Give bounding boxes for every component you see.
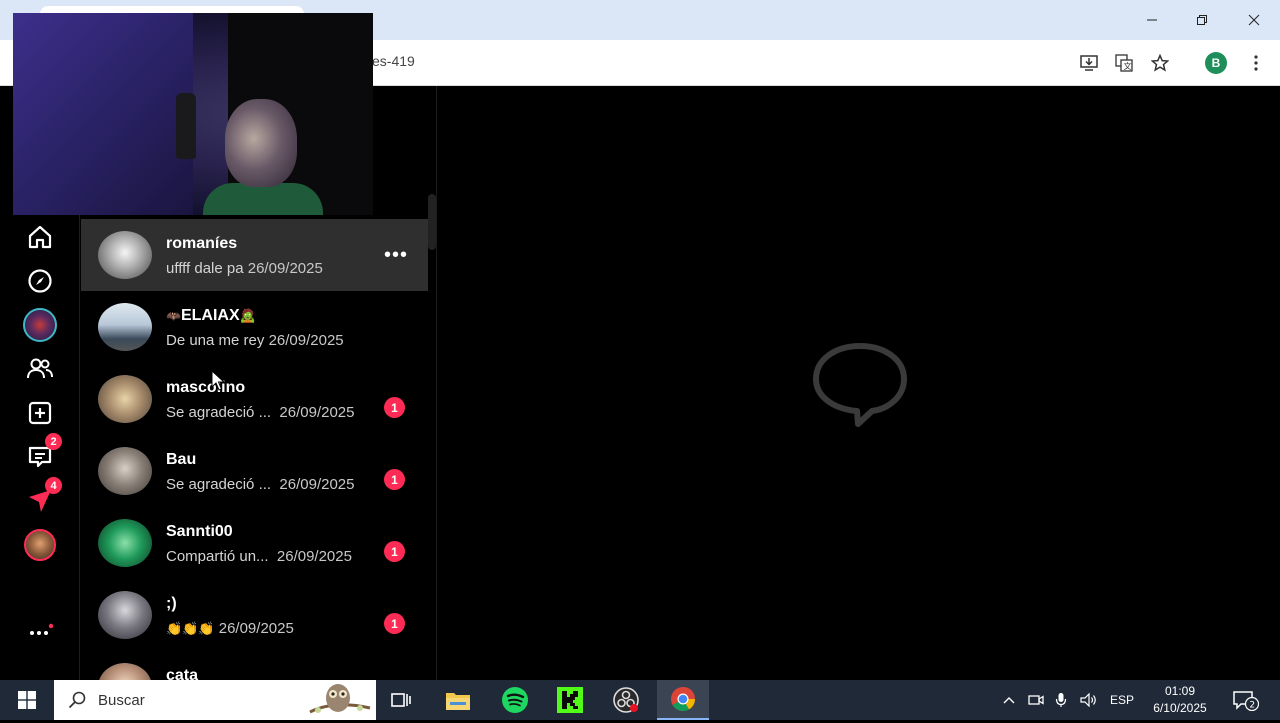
conversation-row[interactable]: cata — [81, 651, 428, 680]
tray-chevron-up-icon[interactable] — [998, 680, 1020, 720]
taskbar-search[interactable]: Buscar — [54, 680, 376, 720]
empty-chat-bubble-icon — [810, 342, 910, 433]
profile-avatar-rail[interactable] — [22, 527, 58, 563]
messages-badge: 2 — [45, 433, 62, 450]
install-app-icon[interactable] — [1076, 50, 1102, 76]
conversation-name: mascolino — [166, 379, 246, 396]
unread-badge: 1 — [384, 397, 405, 418]
file-explorer-icon[interactable] — [433, 680, 483, 720]
messages-icon[interactable]: 2 — [22, 433, 62, 475]
activity-send-icon[interactable]: 4 — [22, 477, 62, 519]
translate-icon[interactable]: 文 — [1111, 50, 1137, 76]
close-button[interactable] — [1230, 0, 1278, 40]
spotify-icon[interactable] — [490, 680, 540, 720]
task-view-icon[interactable] — [376, 680, 426, 720]
conversation-name: ;) — [166, 595, 177, 612]
windows-taskbar: Buscar ESP 01:09 6/10/2025 2 — [0, 680, 1280, 720]
following-avatar[interactable] — [22, 307, 58, 343]
search-placeholder: Buscar — [98, 692, 145, 709]
conversation-scrollbar[interactable] — [428, 194, 436, 250]
profile-avatar[interactable]: B — [1205, 52, 1227, 74]
chrome-taskbar-icon[interactable] — [657, 680, 709, 720]
webcam-overlay — [13, 13, 373, 215]
avatar — [98, 663, 152, 680]
more-options-icon[interactable] — [22, 613, 58, 649]
volume-icon[interactable] — [1077, 680, 1101, 720]
left-nav-rail: 2 4 — [0, 215, 80, 680]
avatar — [98, 519, 152, 567]
input-language[interactable]: ESP — [1106, 680, 1138, 720]
bottle-shape — [176, 93, 196, 159]
avatar — [98, 447, 152, 495]
friends-icon[interactable] — [22, 351, 58, 387]
microphone-icon[interactable] — [1050, 680, 1072, 720]
minimize-button[interactable] — [1128, 0, 1176, 40]
bookmark-star-icon[interactable] — [1147, 50, 1173, 76]
conversation-preview: De una me rey 26/09/2025 — [166, 332, 344, 349]
explore-compass-icon[interactable] — [22, 263, 58, 299]
notification-count: 2 — [1249, 701, 1255, 711]
conversation-preview: Compartió un... 26/09/2025 — [166, 548, 352, 565]
person-head-shape — [225, 99, 297, 187]
svg-text:文: 文 — [1124, 61, 1132, 71]
home-icon[interactable] — [22, 219, 58, 255]
conversation-list: romaníes uffff dale pa 26/09/2025 ••• 🦇E… — [81, 218, 428, 680]
conversation-preview: Se agradeció ... 26/09/2025 — [166, 404, 355, 421]
search-highlight-owl-icon — [304, 682, 374, 723]
conversation-preview: Se agradeció ... 26/09/2025 — [166, 476, 355, 493]
search-icon — [68, 691, 86, 714]
conversation-name: Sannti00 — [166, 523, 233, 540]
unread-badge: 1 — [384, 469, 405, 490]
kick-app-icon[interactable] — [545, 680, 595, 720]
conversation-row[interactable]: ;) 👏👏👏 26/09/2025 1 — [81, 579, 428, 651]
conversation-name: Bau — [166, 451, 197, 468]
conversation-more-icon[interactable]: ••• — [384, 245, 408, 265]
obs-studio-icon[interactable] — [601, 680, 651, 720]
conversation-row[interactable]: romaníes uffff dale pa 26/09/2025 ••• — [81, 219, 428, 291]
restore-button[interactable] — [1178, 0, 1226, 40]
conversation-preview: 👏👏👏 26/09/2025 — [166, 620, 294, 637]
unread-badge: 1 — [384, 613, 405, 634]
avatar — [98, 303, 152, 351]
avatar — [98, 375, 152, 423]
avatar — [98, 231, 152, 279]
conversation-row[interactable]: Bau Se agradeció ... 26/09/2025 1 — [81, 435, 428, 507]
address-bar-text[interactable]: es-419 — [372, 53, 415, 69]
conversation-row[interactable]: mascolino Se agradeció ... 26/09/2025 1 — [81, 363, 428, 435]
conversation-row[interactable]: Sannti00 Compartió un... 26/09/2025 1 — [81, 507, 428, 579]
windows-start-icon[interactable] — [0, 680, 54, 720]
conversation-name: 🦇ELAIAX🧟 — [166, 307, 256, 324]
unread-badge: 1 — [384, 541, 405, 562]
panel-divider — [436, 86, 437, 680]
avatar — [98, 591, 152, 639]
menu-kebab-icon[interactable] — [1243, 50, 1269, 76]
conversation-row[interactable]: 🦇ELAIAX🧟 De una me rey 26/09/2025 — [81, 291, 428, 363]
taskbar-clock[interactable]: 01:09 6/10/2025 — [1140, 683, 1220, 717]
upload-plus-icon[interactable] — [22, 395, 58, 431]
conversation-preview: uffff dale pa 26/09/2025 — [166, 260, 323, 277]
camera-in-use-icon[interactable] — [1025, 680, 1047, 720]
conversation-name: romaníes — [166, 235, 238, 252]
conversation-name: cata — [166, 667, 199, 680]
notification-center-icon[interactable]: 2 — [1226, 680, 1264, 720]
activity-badge: 4 — [45, 477, 62, 494]
